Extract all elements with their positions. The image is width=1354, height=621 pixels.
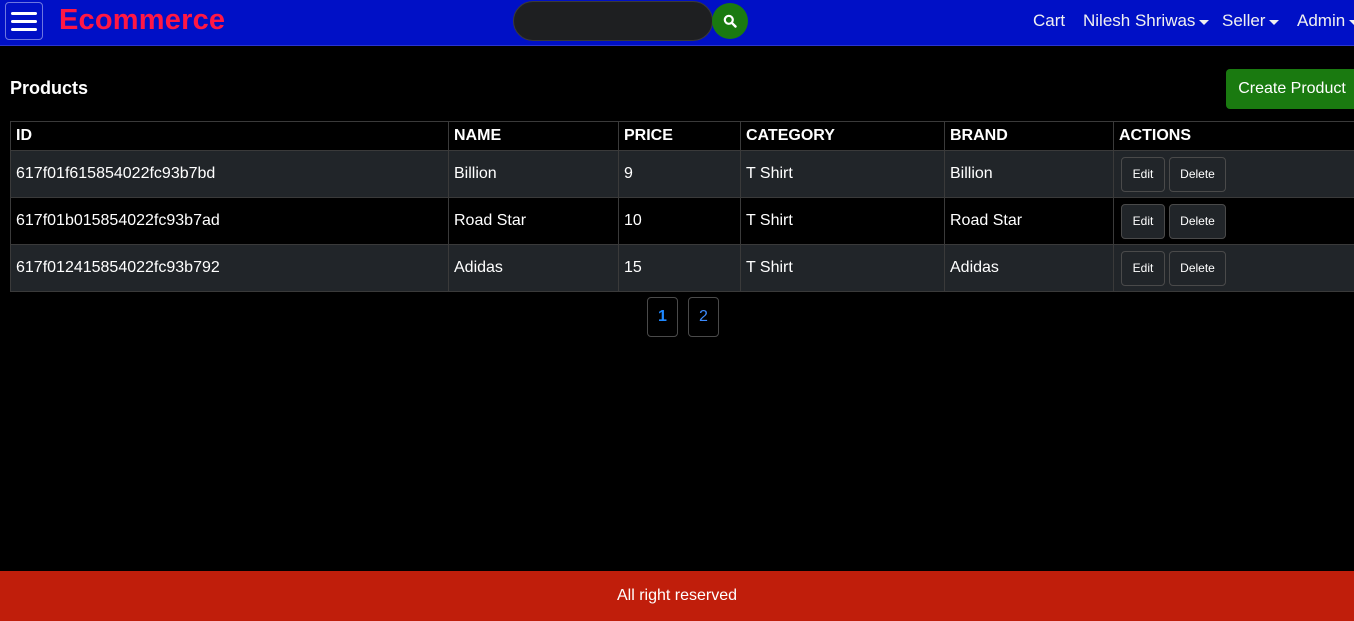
table-row: 617f01b015854022fc93b7ad Road Star 10 T …: [10, 197, 1354, 245]
top-navbar: Ecommerce Cart Nilesh Shriwas Seller Adm…: [0, 0, 1354, 46]
cell-brand: Adidas: [944, 244, 1114, 292]
cell-name: Road Star: [448, 197, 619, 245]
caret-down-icon: [1269, 19, 1280, 25]
cell-price: 9: [618, 150, 741, 198]
nav-cart-label: Cart: [1033, 11, 1066, 30]
cell-name: Adidas: [448, 244, 619, 292]
cell-price: 15: [618, 244, 741, 292]
cell-category: T Shirt: [740, 244, 945, 292]
nav-user-dropdown[interactable]: Nilesh Shriwas: [1083, 11, 1210, 31]
hamburger-icon-line: [11, 19, 37, 23]
cell-brand: Road Star: [944, 197, 1114, 245]
nav-admin-dropdown[interactable]: Admin: [1297, 11, 1354, 31]
page-title: Products: [10, 78, 89, 98]
nav-seller-label: Seller: [1222, 11, 1266, 30]
footer-text: All right reserved: [616, 587, 738, 604]
cell-category: T Shirt: [740, 197, 945, 245]
cell-price: 10: [618, 197, 741, 245]
caret-down-icon: [1349, 19, 1354, 25]
cell-id: 617f01f615854022fc93b7bd: [10, 150, 449, 198]
table-row: 617f012415854022fc93b792 Adidas 15 T Shi…: [10, 244, 1354, 292]
hamburger-icon: [11, 11, 37, 15]
cell-brand: Billion: [944, 150, 1114, 198]
delete-button[interactable]: Delete: [1169, 250, 1226, 286]
caret-down-icon: [1199, 19, 1210, 25]
brand-logo[interactable]: Ecommerce: [59, 4, 225, 37]
menu-toggle-button[interactable]: [5, 2, 43, 40]
column-header-id: ID: [10, 121, 449, 151]
column-header-price: PRICE: [618, 121, 741, 151]
cell-name: Billion: [448, 150, 619, 198]
table-row: 617f01f615854022fc93b7bd Billion 9 T Shi…: [10, 150, 1354, 198]
nav-admin-label: Admin: [1297, 11, 1346, 30]
search-button[interactable]: [712, 3, 748, 39]
column-header-category: CATEGORY: [740, 121, 945, 151]
page-link-1[interactable]: 1: [647, 297, 678, 337]
cell-id: 617f01b015854022fc93b7ad: [10, 197, 449, 245]
footer: All right reserved: [0, 571, 1354, 621]
edit-button[interactable]: Edit: [1121, 203, 1165, 239]
column-header-brand: BRAND: [944, 121, 1114, 151]
column-header-name: NAME: [448, 121, 619, 151]
cell-category: T Shirt: [740, 150, 945, 198]
cell-actions: Edit Delete: [1113, 150, 1354, 198]
cell-actions: Edit Delete: [1113, 244, 1354, 292]
edit-button[interactable]: Edit: [1121, 250, 1165, 286]
hamburger-icon-line: [11, 27, 37, 31]
nav-seller-dropdown[interactable]: Seller: [1222, 11, 1280, 31]
search-icon: [723, 14, 737, 28]
nav-user-label: Nilesh Shriwas: [1083, 11, 1196, 30]
delete-button[interactable]: Delete: [1169, 203, 1226, 239]
table-header-row: ID NAME PRICE CATEGORY BRAND ACTIONS: [10, 121, 1354, 151]
delete-button[interactable]: Delete: [1169, 156, 1226, 192]
search-input[interactable]: [513, 1, 713, 41]
page-link-2[interactable]: 2: [688, 297, 719, 337]
edit-button[interactable]: Edit: [1121, 156, 1165, 192]
create-product-button[interactable]: Create Product: [1226, 69, 1354, 109]
column-header-actions: ACTIONS: [1113, 121, 1354, 151]
cell-id: 617f012415854022fc93b792: [10, 244, 449, 292]
products-table: ID NAME PRICE CATEGORY BRAND ACTIONS 617…: [10, 121, 1354, 292]
nav-cart-link[interactable]: Cart: [1033, 11, 1065, 31]
pagination: 1 2: [647, 297, 719, 337]
cell-actions: Edit Delete: [1113, 197, 1354, 245]
